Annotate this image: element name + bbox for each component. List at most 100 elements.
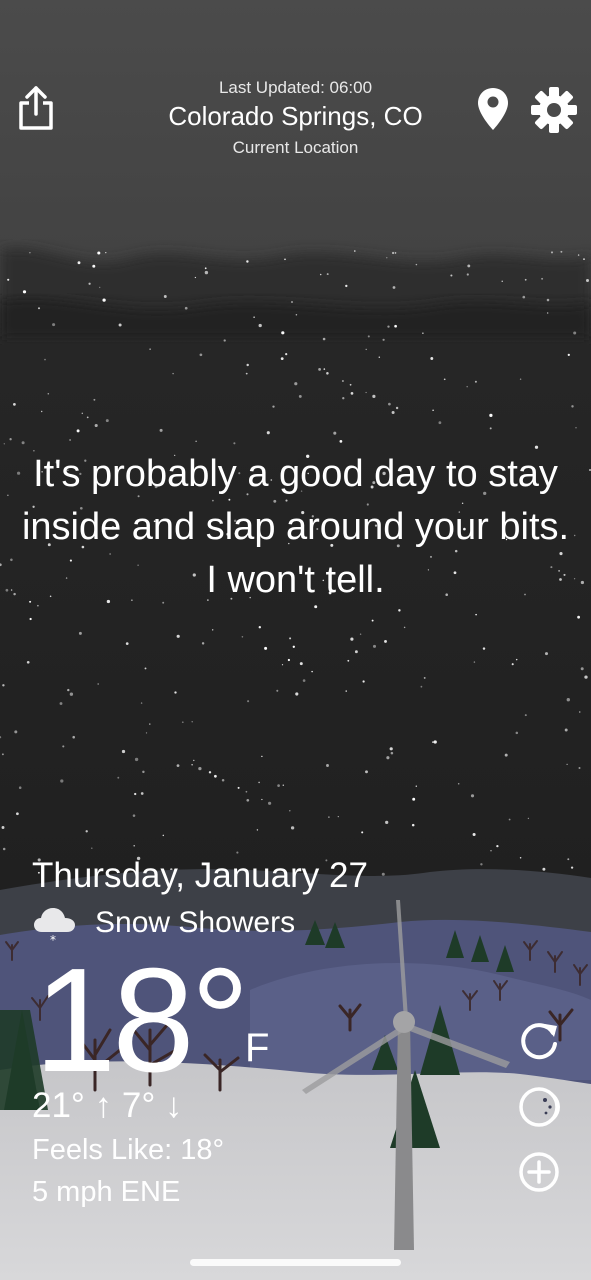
snowflake [281,331,285,335]
high-low-temps: 21° ↑ 7° ↓ [32,1086,183,1125]
wind-info: 5 mph ENE [32,1176,181,1208]
snowflake [62,745,65,748]
snowflake [337,815,339,818]
snowflake [450,274,453,277]
snowflake [524,714,527,717]
snowflake [467,264,471,268]
home-indicator[interactable] [190,1259,401,1266]
snowflake [318,368,321,371]
snowflake [473,661,476,663]
snowflake [258,323,262,328]
snowflake [60,779,64,783]
snowflake [350,392,354,395]
snowflake [181,721,184,724]
snowflake [159,428,163,432]
snowflake [311,670,313,673]
snowflake [212,629,214,631]
snowflake [97,251,101,255]
snowflake [345,690,347,692]
snowflake [86,416,89,419]
snowflake [118,323,122,327]
map-pin-icon[interactable] [476,86,510,132]
snowflake [193,759,195,762]
snowflake [163,295,167,298]
snowflake [233,442,236,445]
snowflake [470,794,475,798]
forecast-message: It's probably a good day to stay inside … [21,453,570,601]
snowflake [201,642,205,645]
snowflake [457,782,460,785]
snowflake [570,866,574,869]
gear-icon[interactable] [530,86,578,134]
snowflake [105,251,107,254]
snowflake [134,757,139,762]
snowflake [391,410,395,415]
snowflake [253,316,255,318]
snowflake [292,645,295,648]
snowflake [261,755,263,758]
snowflake [2,684,5,687]
snowflake [236,851,239,854]
snowflake [134,792,137,796]
snowflake [519,378,522,380]
snowflake [544,652,549,656]
snowflake [67,688,70,692]
snowflake [392,286,396,289]
snowflake [81,412,84,415]
snowflake [276,689,279,692]
snowflake [371,619,374,622]
snowflake [443,378,446,381]
temperature-unit[interactable]: F [245,1026,269,1071]
snowflake [149,348,151,350]
snowflake [489,427,492,430]
snowflake [386,756,390,760]
snowflake [504,753,508,757]
snowflake [176,634,180,638]
snowflake [76,429,80,433]
snowflake [508,818,511,821]
snowflake [14,730,18,734]
snowflake [2,847,6,851]
refresh-icon[interactable] [517,1018,561,1062]
snowflake [102,298,106,302]
snowflake [394,324,397,328]
snowflake [195,440,197,443]
snowflake [37,307,41,310]
snowflake [7,278,10,281]
snowflake [527,817,530,820]
snowflake [422,332,424,334]
snowflake [172,372,174,375]
snowflake [21,441,25,445]
snowflake [388,402,391,406]
snowflake [268,801,272,805]
snowflake [247,700,250,703]
snowflake [10,589,13,591]
snowflake [378,356,381,359]
snowflake [245,372,248,375]
snowflake [97,683,100,685]
snowflake [326,273,329,276]
snowflake [403,626,406,629]
snowflake [415,263,418,266]
snowflake [564,728,568,732]
snowflake [132,814,136,817]
snowflake [542,867,546,871]
snowflake [571,405,574,408]
theme-toggle-icon[interactable] [517,1085,561,1129]
snowflake [264,646,268,650]
snowflake [423,676,426,679]
snowflake [365,391,367,394]
snowflake [319,273,322,276]
add-location-icon[interactable] [517,1150,561,1194]
snowflake [566,763,568,766]
location-subtitle: Current Location [232,138,359,157]
snowflake [411,823,415,827]
snowflake [580,580,585,585]
snowflake [78,631,82,635]
snowflake [241,636,244,638]
snowflake [266,431,270,435]
snowflake [13,592,16,596]
snowflake [47,393,50,395]
snowflake [573,534,576,537]
snowflake [432,409,434,411]
